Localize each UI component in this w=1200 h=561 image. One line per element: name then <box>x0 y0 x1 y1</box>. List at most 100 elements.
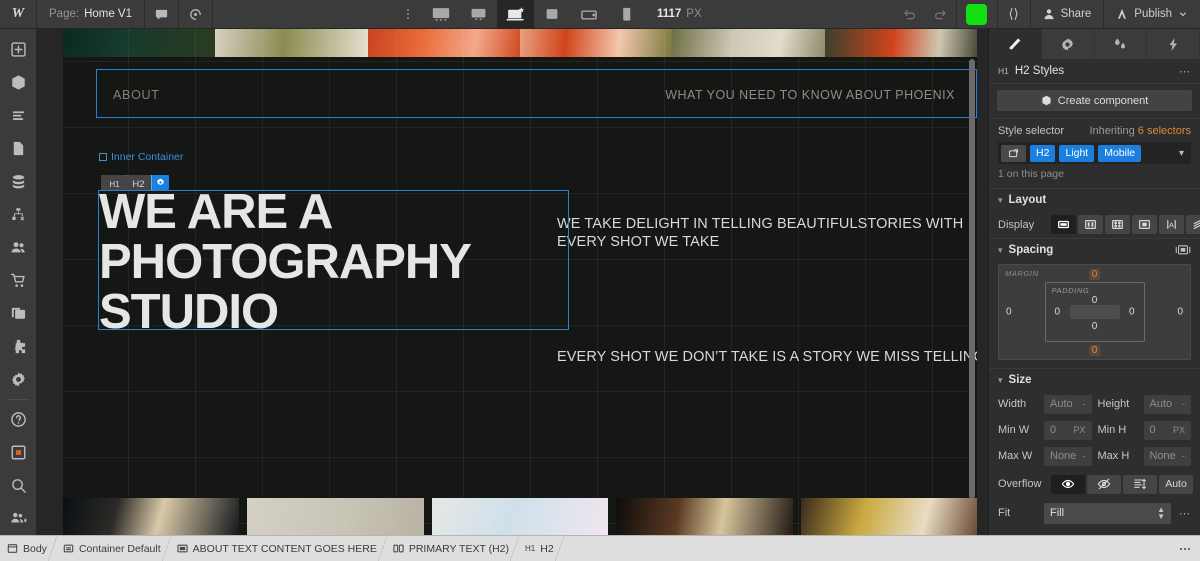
chevron-down-icon[interactable]: ▾ <box>1179 148 1188 159</box>
margin-left-value[interactable]: 0 <box>1006 307 1012 318</box>
min-height-input[interactable]: 0 PX <box>1143 420 1191 440</box>
fit-more-icon[interactable]: ⋯ <box>1177 507 1191 520</box>
combo-class-icon[interactable] <box>1001 144 1026 162</box>
page-selector[interactable]: Page: Home V1 <box>37 0 145 28</box>
hero-paragraph-2[interactable]: EVERY SHOT WE DON’T TAKE IS A STORY WE M… <box>557 349 977 367</box>
create-component-button[interactable]: Create component <box>997 90 1192 111</box>
gallery-image-4 <box>616 498 793 535</box>
max-width-input[interactable]: None - <box>1044 446 1092 466</box>
more-horizontal-icon[interactable]: ⋯ <box>1179 65 1191 78</box>
breakpoint-laptop-base[interactable] <box>496 0 534 28</box>
comment-icon[interactable] <box>145 0 179 28</box>
class-chip-h2[interactable]: H2 <box>1030 144 1056 162</box>
overflow-auto-option[interactable]: Auto <box>1159 474 1193 494</box>
breakpoint-mobile-portrait[interactable] <box>608 0 645 28</box>
sidebar-item-help[interactable] <box>0 403 37 436</box>
spacing-section-header[interactable]: ▾ Spacing <box>989 238 1200 261</box>
canvas-scrollbar[interactable] <box>969 59 975 499</box>
breadcrumb-item-container-default[interactable]: Container Default <box>56 536 171 561</box>
margin-bottom-value[interactable]: 0 <box>1088 345 1101 356</box>
breakpoint-tablet[interactable] <box>534 0 571 28</box>
gear-icon[interactable] <box>151 175 169 190</box>
page-canvas[interactable]: ABOUT WHAT YOU NEED TO KNOW ABOUT PHOENI… <box>63 29 977 535</box>
inheriting-info[interactable]: Inheriting 6 selectors <box>1089 125 1191 137</box>
padding-top-value[interactable]: 0 <box>1092 295 1098 306</box>
breakpoint-desktop[interactable] <box>460 0 497 28</box>
gallery-image-5 <box>800 498 977 535</box>
create-component-section: Create component <box>989 84 1200 118</box>
margin-top-value[interactable]: 0 <box>1088 269 1101 280</box>
sidebar-item-assets[interactable] <box>0 297 37 330</box>
tab-settings[interactable] <box>1042 29 1095 59</box>
display-row: Display A <box>989 211 1200 238</box>
code-brackets-icon[interactable]: ⟨⟩ <box>998 0 1031 28</box>
redo-icon[interactable] <box>925 0 956 28</box>
padding-right-value[interactable]: 0 <box>1129 307 1135 318</box>
class-chip-mobile[interactable]: Mobile <box>1098 144 1142 162</box>
display-none-option[interactable] <box>1186 215 1200 234</box>
sidebar-item-logic[interactable] <box>0 198 37 231</box>
more-vertical-icon[interactable] <box>393 0 423 28</box>
hero-paragraph-1[interactable]: WE TAKE DELIGHT IN TELLING BEAUTIFULSTOR… <box>557 216 977 251</box>
breadcrumb-more-button[interactable] <box>1178 536 1200 561</box>
display-block-option[interactable] <box>1051 215 1076 234</box>
sidebar-item-pages[interactable] <box>0 132 37 165</box>
sidebar-item-cms-collections[interactable] <box>0 165 37 198</box>
overflow-hidden-option[interactable] <box>1087 474 1121 494</box>
overflow-scroll-option[interactable] <box>1123 474 1157 494</box>
width-input[interactable]: Auto - <box>1044 394 1092 414</box>
breakpoint-desktop-large[interactable] <box>423 0 460 28</box>
min-width-unit: PX <box>1073 425 1086 435</box>
breadcrumb-item-h2[interactable]: H1 H2 <box>518 536 564 561</box>
tab-style[interactable] <box>989 29 1042 59</box>
tab-effects[interactable] <box>1147 29 1200 59</box>
padding-bottom-value[interactable]: 0 <box>1092 321 1098 332</box>
breakpoint-mobile-landscape[interactable] <box>571 0 608 28</box>
display-flex-option[interactable] <box>1078 215 1103 234</box>
undo-icon[interactable] <box>894 0 925 28</box>
breadcrumb-item-primary-text[interactable]: PRIMARY TEXT (H2) <box>386 536 520 561</box>
about-label[interactable]: ABOUT <box>113 88 160 102</box>
inner-container-badge[interactable]: Inner Container <box>99 151 183 163</box>
tab-interactions[interactable] <box>1095 29 1148 59</box>
sidebar-item-components[interactable] <box>0 66 37 99</box>
breadcrumb-item-body[interactable]: Body <box>0 536 57 561</box>
sidebar-item-collaborators[interactable] <box>0 502 37 535</box>
stepper-icon[interactable]: ▲ ▼ <box>1157 505 1165 520</box>
element-selection-badge[interactable]: H1 H2 <box>101 175 169 190</box>
sidebar-item-navigator[interactable] <box>0 99 37 132</box>
breadcrumb-item-about-text-content[interactable]: ABOUT TEXT CONTENT GOES HERE <box>170 536 388 561</box>
publish-label: Publish <box>1134 8 1173 20</box>
eye-preview-icon[interactable] <box>179 0 213 28</box>
class-chip-light[interactable]: Light <box>1059 144 1095 162</box>
display-inline-option[interactable]: A <box>1159 215 1184 234</box>
height-input[interactable]: Auto - <box>1143 394 1191 414</box>
breakpoint-switcher: 1117 PX <box>393 0 714 28</box>
sidebar-item-apps[interactable] <box>0 330 37 363</box>
fit-select[interactable]: Fill ▲ ▼ <box>1044 502 1171 524</box>
size-section-header[interactable]: ▾ Size <box>989 368 1200 391</box>
about-subtitle[interactable]: WHAT YOU NEED TO KNOW ABOUT PHOENIX <box>665 88 955 102</box>
sidebar-item-users[interactable] <box>0 231 37 264</box>
selection-tag-h1: H1 <box>101 175 126 190</box>
person-icon <box>1044 9 1054 20</box>
margin-right-value[interactable]: 0 <box>1177 307 1183 318</box>
layout-section-header[interactable]: ▾ Layout <box>989 188 1200 211</box>
overflow-visible-option[interactable] <box>1051 474 1085 494</box>
sidebar-item-add-elements[interactable] <box>0 33 37 66</box>
sidebar-item-ecommerce[interactable] <box>0 264 37 297</box>
share-button[interactable]: Share <box>1031 0 1105 28</box>
publish-button[interactable]: Publish <box>1104 0 1200 28</box>
spacing-mode-toggle-icon[interactable] <box>1175 244 1191 256</box>
min-width-input[interactable]: 0 PX <box>1044 420 1092 440</box>
display-inline-block-option[interactable] <box>1132 215 1157 234</box>
padding-left-value[interactable]: 0 <box>1055 307 1061 318</box>
sidebar-item-video-tutorials[interactable] <box>0 436 37 469</box>
publish-status-indicator[interactable] <box>955 0 998 28</box>
hero-heading[interactable]: WE ARE A PHOTOGRAPHY STUDIO <box>99 187 569 338</box>
sidebar-item-search[interactable] <box>0 469 37 502</box>
sidebar-item-settings[interactable] <box>0 363 37 396</box>
display-grid-option[interactable] <box>1105 215 1130 234</box>
webflow-logo[interactable]: W <box>0 0 37 28</box>
max-height-input[interactable]: None - <box>1143 446 1191 466</box>
